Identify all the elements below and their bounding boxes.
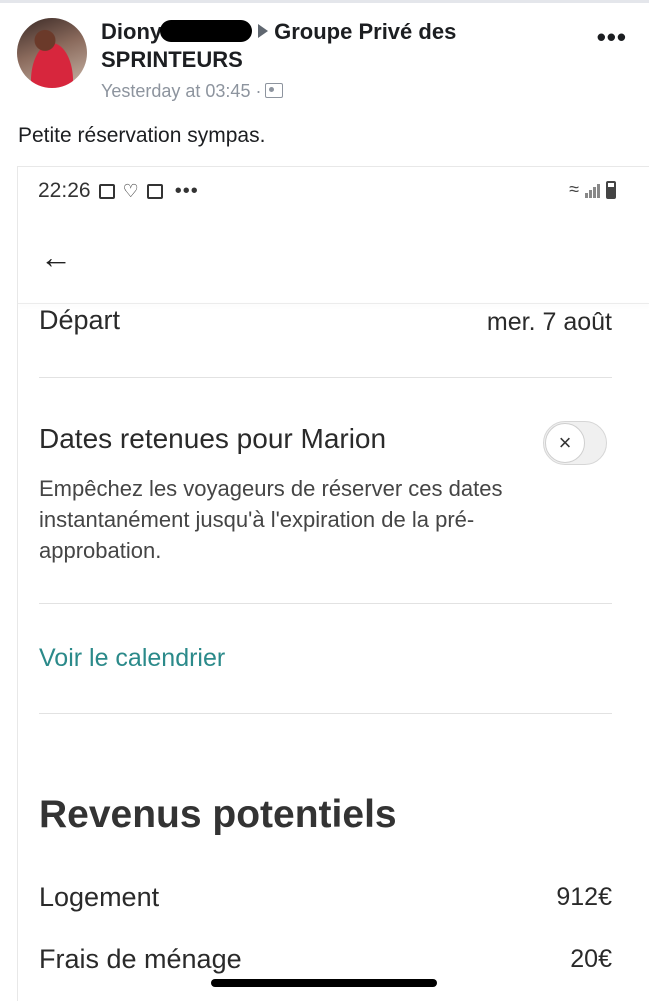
departure-value: mer. 7 août [486,308,612,336]
status-time: 22:26 [38,179,91,202]
divider [39,377,612,378]
view-calendar-link[interactable]: Voir le calendrier [39,644,225,673]
friends-icon [265,83,284,98]
post-time[interactable]: Yesterday at 03:45 · [101,81,261,101]
departure-label: Départ [39,305,121,335]
hold-dates-toggle[interactable]: × [543,421,607,465]
embedded-screenshot: 22:26 ♡ ••• ≈ ← Départ mer. 7 août Dates… [17,166,649,1001]
avatar[interactable] [17,18,87,88]
signal-icon [585,182,600,198]
revenue-item-value: 912€ [556,883,612,911]
redaction-mark [160,20,253,42]
top-border [0,0,649,3]
mail-icon [146,183,163,199]
post-caption: Petite réservation sympas. [18,124,266,147]
revenue-item-label: Frais de ménage [39,944,242,974]
group-name-line2[interactable]: SPRINTEURS [101,46,571,74]
share-arrow-icon [258,24,269,38]
status-more-icon: ••• [174,179,199,202]
wifi-icon: ≈ [569,179,579,199]
image-icon [98,183,115,199]
divider [39,713,612,714]
airbnb-icon: ♡ [122,180,139,201]
more-options-icon[interactable]: ••• [597,22,627,53]
back-arrow-icon[interactable]: ← [40,239,72,276]
author-name[interactable]: Diony [101,19,162,44]
post-header: Diony Groupe Privé des SPRINTEURS Yesterd… [101,18,571,104]
home-indicator [211,979,437,987]
status-bar-right: ≈ [569,179,616,200]
divider [39,603,612,604]
revenue-title: Revenus potentiels [39,793,397,836]
hold-dates-description: Empêchez les voyageurs de réserver ces d… [39,476,503,563]
header-divider [18,303,649,304]
post-meta: Yesterday at 03:45 · [101,78,571,104]
revenue-item-label: Logement [39,882,160,912]
group-name-line1[interactable]: Groupe Privé des [274,19,456,44]
author-line: Diony Groupe Privé des [101,18,571,46]
close-icon: × [545,423,585,463]
revenue-item-value: 20€ [570,945,612,973]
status-bar-left: 22:26 ♡ ••• [38,179,199,203]
battery-icon [606,180,616,199]
hold-dates-title: Dates retenues pour Marion [39,423,387,454]
